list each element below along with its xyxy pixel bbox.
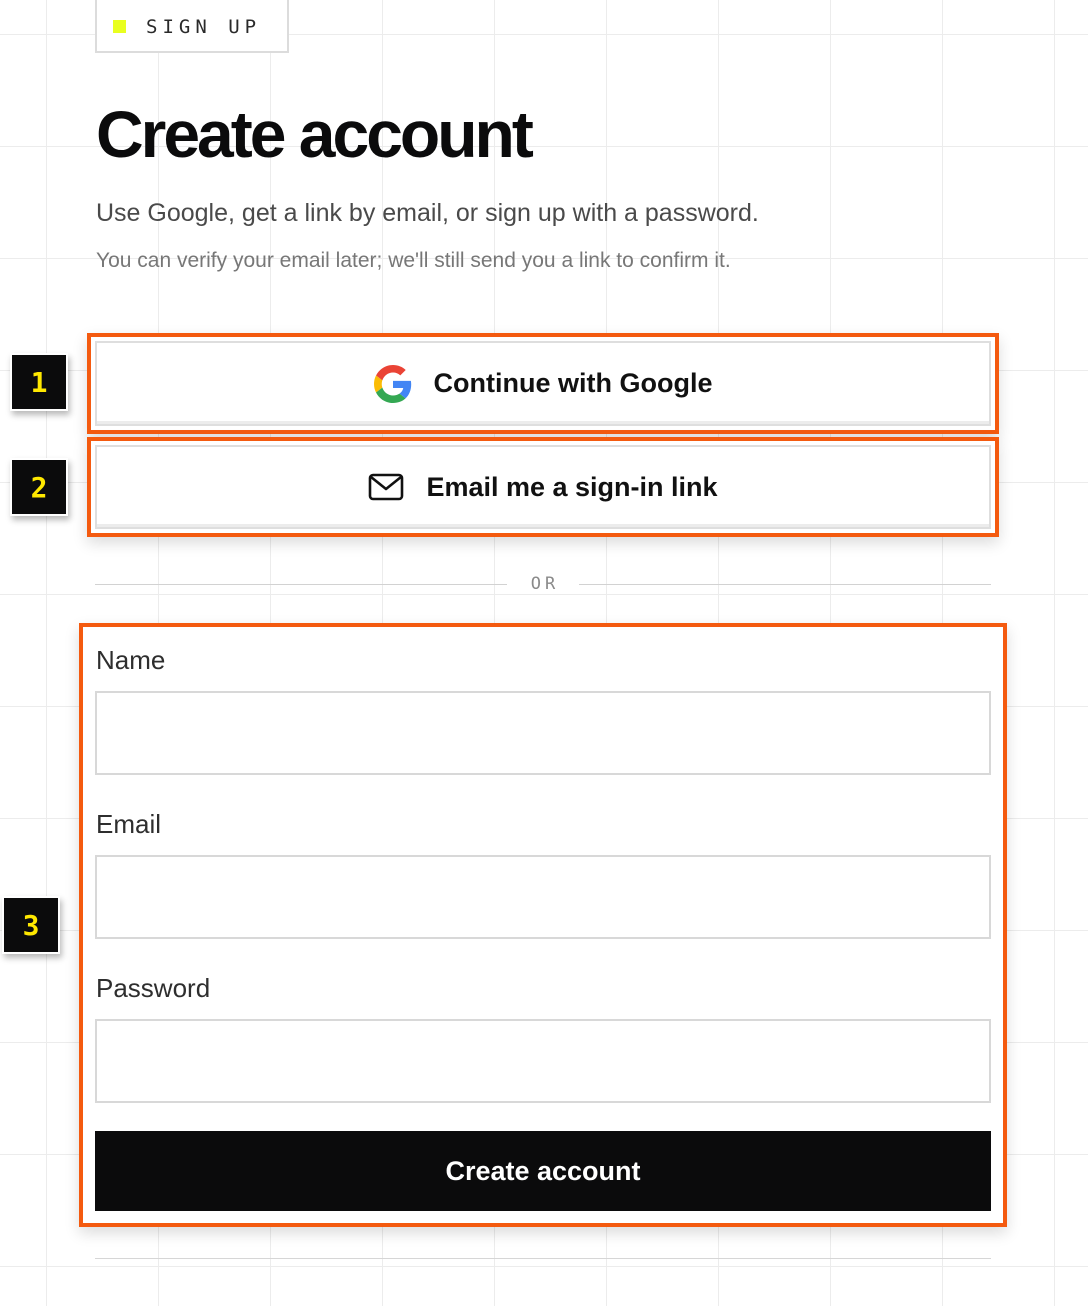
name-input[interactable] <box>95 691 991 775</box>
page-subtitle: Use Google, get a link by email, or sign… <box>96 199 759 227</box>
step-badge-3: 3 <box>2 896 60 954</box>
password-label: Password <box>96 973 211 1003</box>
email-sign-in-link-button[interactable]: Email me a sign-in link <box>95 445 991 529</box>
continue-with-google-label: Continue with Google <box>433 368 713 398</box>
sign-up-tag: SIGN UP <box>95 0 289 53</box>
name-label: Name <box>96 645 166 675</box>
page-title: Create account <box>96 97 534 171</box>
page-helper-text: You can verify your email later; we'll s… <box>96 249 731 272</box>
accent-square-icon <box>113 20 126 33</box>
continue-with-google-button[interactable]: Continue with Google <box>95 341 991 426</box>
password-input[interactable] <box>95 1019 991 1103</box>
email-input[interactable] <box>95 855 991 939</box>
or-divider: OR <box>95 572 992 596</box>
bottom-divider <box>95 1258 991 1259</box>
step-badge-2: 2 <box>10 458 68 516</box>
divider-line-right <box>579 583 992 585</box>
email-sign-in-link-label: Email me a sign-in link <box>426 471 718 502</box>
google-logo-icon <box>373 364 412 403</box>
step-badge-1: 1 <box>10 353 68 411</box>
email-label: Email <box>96 809 162 839</box>
or-divider-label: OR <box>530 574 560 594</box>
sign-up-tag-label: SIGN UP <box>146 15 262 38</box>
divider-line-left <box>95 583 507 585</box>
create-account-button[interactable]: Create account <box>95 1131 991 1211</box>
mail-envelope-icon <box>368 473 404 501</box>
